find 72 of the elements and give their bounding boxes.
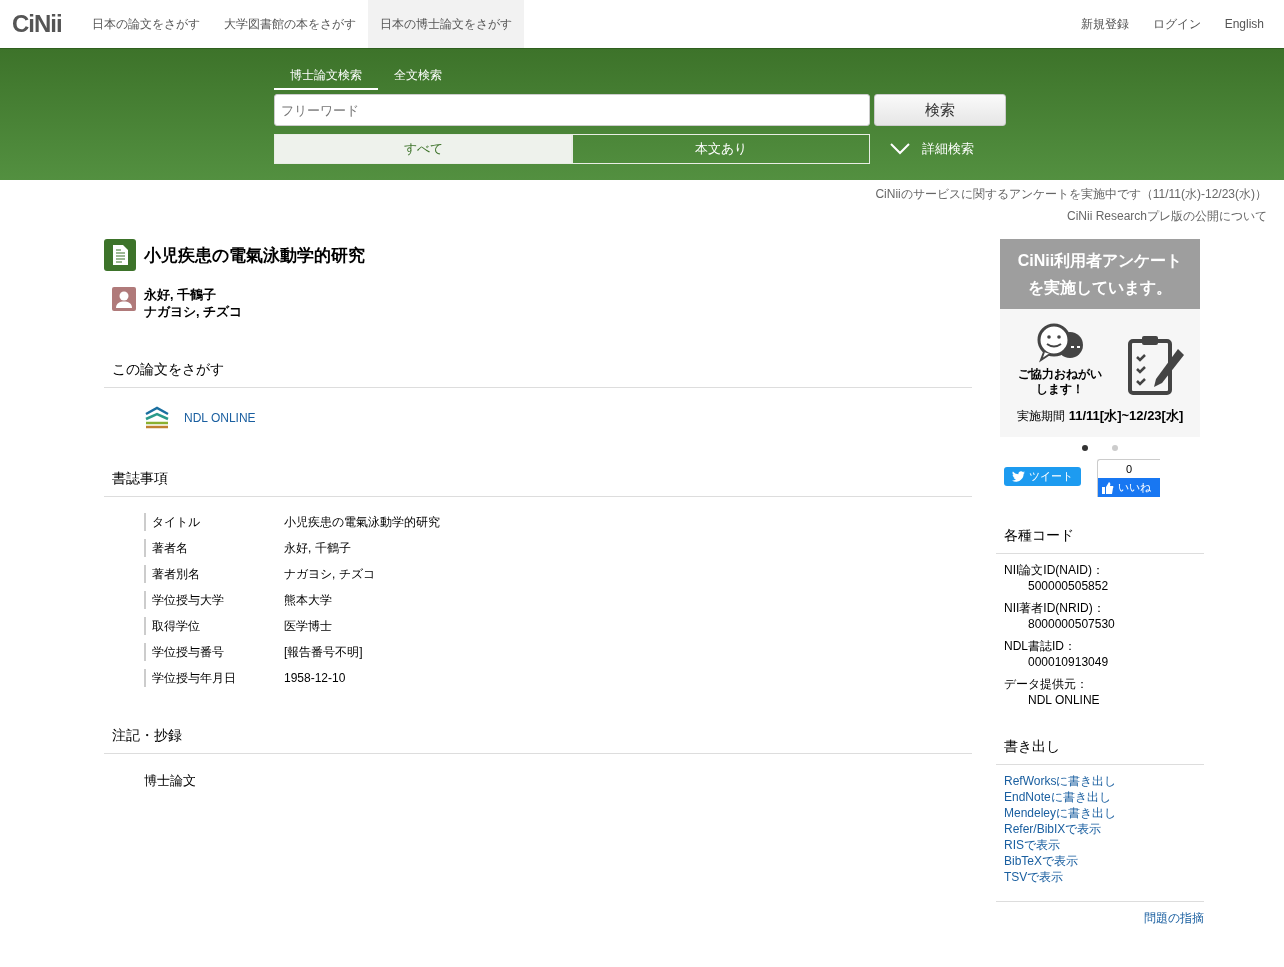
article-title: 小児疾患の電氣泳動学的研究 [144,244,365,267]
author-kana: ナガヨシ, チズコ [144,304,242,321]
notice-link[interactable]: CiNii Researchプレ版の公開について [1066,208,1267,225]
field-label: タイトル [144,513,284,531]
carousel-dot[interactable] [1082,445,1088,451]
field-label: 著者別名 [144,565,284,583]
code-label: データ提供元： [1004,676,1089,692]
export-link[interactable]: BibTeXで表示 [1004,853,1196,869]
export-link[interactable]: RefWorksに書き出し [1004,773,1196,789]
field-label: 著者名 [144,539,284,557]
nav-tab[interactable]: 日本の博士論文をさがす [367,0,524,48]
export-link[interactable]: EndNoteに書き出し [1004,789,1196,805]
code-label: NII論文ID(NAID)： [1004,562,1105,578]
code-label: NII著者ID(NRID)： [1004,600,1106,616]
code-value: 000010913049 [1027,654,1110,670]
survey-banner[interactable]: CiNii利用者アンケートを実施しています。 ご協力おねがいします！ 実施期間 11/11[水]~12/23[水] [1000,239,1200,437]
export-link[interactable]: RISで表示 [1004,837,1196,853]
author-name[interactable]: 永好, 千鶴子 [144,287,242,304]
search-tab[interactable]: 全文検索 [378,63,458,90]
export-link[interactable]: Mendeleyに書き出し [1004,805,1196,821]
nav-tab[interactable]: 日本の論文をさがす [79,0,212,48]
banner-title: CiNii利用者アンケートを実施しています。 [1000,239,1200,309]
filter-toggle[interactable]: すべて [274,134,572,164]
chevron-down-icon [890,143,910,155]
logo[interactable]: CiNii [0,0,80,48]
field-value: 小児疾患の電氣泳動学的研究 [284,514,440,531]
like-count: 0 [1124,462,1134,477]
search-button[interactable]: 検索 [874,94,1006,126]
field-value: 永好, 千鶴子 [284,540,352,557]
field-value: ナガヨシ, チズコ [284,566,376,583]
field-label: 学位授与番号 [144,643,284,661]
note-text: 博士論文 [144,772,197,790]
search-tab[interactable]: 博士論文検索 [274,63,378,90]
code-value: 500000505852 [1027,578,1110,594]
header-link[interactable]: ログイン [1140,0,1213,48]
stacked-layers-icon [144,406,170,430]
like-button[interactable]: いいね [1098,478,1160,497]
advanced-search-link[interactable]: 詳細検索 [922,140,974,158]
code-label: NDL書誌ID： [1004,638,1077,654]
person-avatar-icon [112,287,136,311]
section-heading: この論文をさがす [104,361,972,388]
clipboard-pen-icon [1126,333,1186,397]
field-value: 熊本大学 [284,592,333,609]
field-value: [報告番号不明] [284,644,364,661]
header-link[interactable]: English [1212,0,1284,48]
notice-link[interactable]: CiNiiのサービスに関するアンケートを実施中です（11/11(水)-12/23(水)） [875,186,1267,203]
export-link[interactable]: Refer/BibIXで表示 [1004,821,1196,837]
section-heading: 書き出し [996,738,1204,765]
code-value: NDL ONLINE [1027,692,1101,708]
header-link[interactable]: 新規登録 [1068,0,1141,48]
section-heading: 書誌事項 [104,470,972,497]
ndl-online-link[interactable]: NDL ONLINE [184,411,256,425]
section-heading: 各種コード [996,527,1204,554]
banner-caption: ご協力おねがいします！ [1017,367,1103,397]
field-value: 医学博士 [284,618,333,635]
search-field[interactable]: フリーワード [274,94,870,126]
carousel-dot[interactable] [1112,445,1118,451]
code-value: 8000000507530 [1027,616,1116,632]
document-icon [104,239,136,271]
export-link[interactable]: TSVで表示 [1004,869,1196,885]
field-label: 取得学位 [144,617,284,635]
field-value: 1958-12-10 [284,670,347,687]
field-label: 学位授与年月日 [144,669,284,687]
nav-tab[interactable]: 大学図書館の本をさがす [211,0,368,48]
thumbs-up-icon [1102,481,1114,494]
filter-toggle[interactable]: 本文あり [572,134,870,164]
bird-icon [1012,471,1025,482]
report-link[interactable]: 問題の指摘 [1144,911,1204,925]
field-label: 学位授与大学 [144,591,284,609]
section-heading: 注記・抄録 [104,727,972,754]
period-label: 実施期間 [1016,408,1065,425]
period-dates: 11/11[水]~12/23[水] [1068,407,1184,425]
